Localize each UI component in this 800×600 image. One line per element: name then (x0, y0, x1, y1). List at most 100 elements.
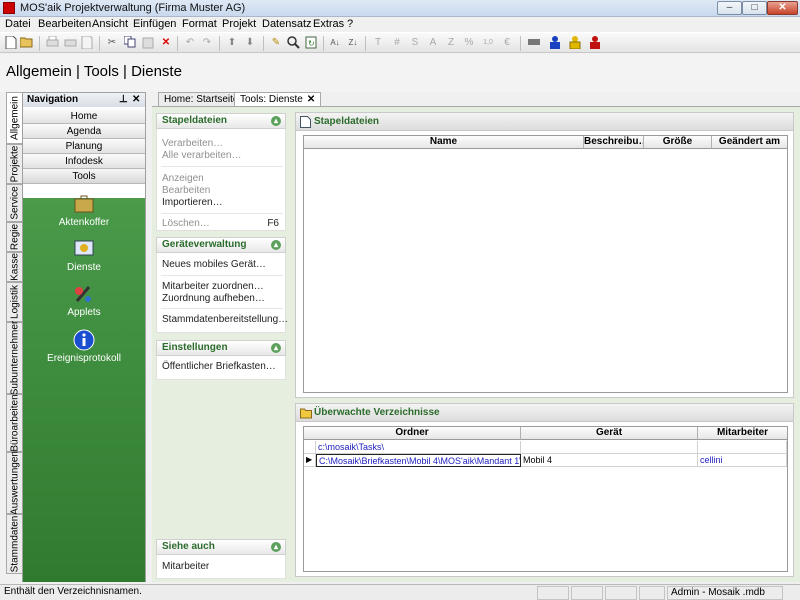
column-header-name[interactable]: Name (304, 136, 584, 149)
menu-einfuegen[interactable]: Einfügen (133, 18, 176, 30)
s-format-icon[interactable]: S (408, 36, 422, 50)
section-header-siehe-auch[interactable]: Siehe auch ▴ (156, 539, 286, 555)
task-briefkasten[interactable]: Öffentlicher Briefkasten… (162, 361, 276, 372)
task-mitarbeiter[interactable]: Mitarbeiter (162, 561, 209, 572)
menu-ansicht[interactable]: Ansicht (92, 18, 128, 30)
cell-geraet[interactable]: Mobil 4 (521, 454, 698, 467)
tab-tools-dienste[interactable]: Tools: Dienste ✕ (234, 92, 322, 106)
menu-datei[interactable]: Datei (5, 18, 31, 30)
vtab-projekte[interactable]: Projekte (6, 144, 22, 184)
vtab-auswertungen[interactable]: Auswertungen (6, 451, 22, 515)
task-mitarbeiter-zuordnen[interactable]: Mitarbeiter zuordnen… (162, 281, 264, 292)
column-header-ordner[interactable]: Ordner (304, 427, 521, 440)
minimize-button[interactable]: ‒ (717, 1, 742, 15)
z-format-icon[interactable]: Z (444, 36, 458, 50)
undo-icon[interactable]: ↶ (183, 36, 197, 50)
delete-icon[interactable]: ✕ (159, 36, 173, 50)
close-button[interactable]: ✕ (767, 1, 798, 15)
cell-ordner[interactable]: C:\Mosaik\Briefkasten\Mobil 4\MOS'aik\Ma… (316, 454, 521, 467)
sort-descending-icon[interactable]: Z↓ (346, 36, 360, 50)
vtab-subunternehmer[interactable]: Subunternehmer (6, 321, 22, 395)
nav-button-home[interactable]: Home (23, 109, 145, 124)
redo-icon[interactable]: ↷ (200, 36, 214, 50)
print-preview-icon[interactable] (63, 36, 77, 50)
nav-button-infodesk[interactable]: Infodesk (23, 154, 145, 169)
nav-button-agenda[interactable]: Agenda (23, 124, 145, 139)
search-icon[interactable] (286, 36, 300, 50)
close-icon[interactable]: ✕ (307, 94, 315, 105)
maximize-button[interactable]: □ (742, 1, 767, 15)
refresh-icon[interactable]: ↻ (304, 36, 318, 50)
section-header-geraeteverwaltung[interactable]: Geräteverwaltung ▴ (156, 237, 286, 253)
task-loeschen[interactable]: Löschen… (162, 218, 210, 229)
stapeldateien-grid[interactable]: Name Beschreibu… Größe Geändert am (303, 135, 788, 393)
page-preview-icon[interactable] (80, 35, 94, 50)
column-header-groesse[interactable]: Größe (644, 136, 712, 149)
vtab-allgemein[interactable]: Allgemein (6, 92, 22, 144)
menu-extras[interactable]: Extras (313, 18, 344, 30)
task-bearbeiten[interactable]: Bearbeiten (162, 185, 210, 196)
a-format-icon[interactable]: A (426, 36, 440, 50)
text-format-icon[interactable]: T (371, 36, 385, 50)
paste-icon[interactable] (141, 36, 155, 50)
tools-icon[interactable] (527, 36, 541, 50)
column-header-beschreibung[interactable]: Beschreibu… (584, 136, 644, 149)
tool-ereignisprotokoll[interactable]: Ereignisprotokoll (23, 329, 145, 364)
menu-format[interactable]: Format (182, 18, 217, 30)
pencil-icon[interactable]: ✎ (269, 36, 283, 50)
task-importieren[interactable]: Importieren… (162, 197, 223, 208)
vtab-kasse[interactable]: Kasse (6, 252, 22, 282)
tool-aktenkoffer[interactable]: Aktenkoffer (23, 193, 145, 228)
open-icon[interactable] (19, 36, 34, 50)
vtab-stammdaten[interactable]: Stammdaten (6, 514, 22, 574)
collapse-icon[interactable]: ▴ (271, 343, 281, 353)
percent-icon[interactable]: % (462, 36, 476, 50)
menu-datensatz[interactable]: Datensatz (262, 18, 312, 30)
vtab-logistik[interactable]: Logistik (6, 282, 22, 322)
sort-ascending-icon[interactable]: A↓ (328, 36, 342, 50)
tab-home-startseite[interactable]: Home: Startseite (158, 92, 245, 106)
column-header-geraet[interactable]: Gerät (521, 427, 698, 440)
vtab-service[interactable]: Service (6, 184, 22, 222)
menu-help[interactable]: ? (347, 18, 353, 30)
task-anzeigen[interactable]: Anzeigen (162, 173, 204, 184)
tool-dienste[interactable]: Dienste (23, 238, 145, 273)
user-blue-icon[interactable] (548, 36, 562, 50)
cut-icon[interactable]: ✂ (105, 36, 119, 50)
cell-geraet[interactable] (521, 441, 698, 454)
task-neues-geraet[interactable]: Neues mobiles Gerät… (162, 259, 266, 270)
euro-icon[interactable]: € (500, 36, 514, 50)
menu-bearbeiten[interactable]: Bearbeiten (38, 18, 91, 30)
collapse-icon[interactable]: ▴ (271, 116, 281, 126)
nav-button-planung[interactable]: Planung (23, 139, 145, 154)
task-stammdatenbereitstellung[interactable]: Stammdatenbereitstellung… (162, 314, 288, 325)
cell-ordner[interactable]: c:\mosaik\Tasks\ (316, 441, 521, 454)
column-header-mitarbeiter[interactable]: Mitarbeiter (698, 427, 787, 440)
new-icon[interactable] (4, 35, 18, 50)
number-format-icon[interactable]: 1,0 (481, 36, 495, 50)
hash-icon[interactable]: # (390, 36, 404, 50)
cell-mitarbeiter[interactable]: cellini (698, 454, 787, 467)
section-header-einstellungen[interactable]: Einstellungen ▴ (156, 340, 286, 356)
nav-button-tools[interactable]: Tools (23, 169, 145, 184)
task-zuordnung-aufheben[interactable]: Zuordnung aufheben… (162, 293, 265, 304)
user-red-icon[interactable] (588, 36, 602, 50)
print-icon[interactable] (45, 35, 59, 50)
cell-mitarbeiter[interactable] (698, 441, 787, 454)
tool-applets[interactable]: Applets (23, 283, 145, 318)
vtab-bueroarbeiten[interactable]: Büroarbeiten (6, 394, 22, 452)
task-alle-verarbeiten[interactable]: Alle verarbeiten… (162, 150, 241, 161)
section-header-stapeldateien[interactable]: Stapeldateien ▴ (156, 113, 286, 129)
user-yellow-icon[interactable] (568, 36, 582, 50)
collapse-icon[interactable]: ▴ (271, 542, 281, 552)
close-icon[interactable]: ✕ (132, 93, 140, 107)
task-verarbeiten[interactable]: Verarbeiten… (162, 138, 223, 149)
arrow-up-icon[interactable]: ⬆ (225, 36, 239, 50)
pin-icon[interactable]: ⊥ (119, 93, 128, 107)
menu-projekt[interactable]: Projekt (222, 18, 256, 30)
copy-icon[interactable] (123, 35, 137, 50)
collapse-icon[interactable]: ▴ (271, 240, 281, 250)
vtab-regie[interactable]: Regie (6, 222, 22, 252)
verzeichnisse-grid[interactable]: Ordner Gerät Mitarbeiter c:\mosaik\Tasks… (303, 426, 788, 572)
column-header-geaendert[interactable]: Geändert am (712, 136, 787, 149)
